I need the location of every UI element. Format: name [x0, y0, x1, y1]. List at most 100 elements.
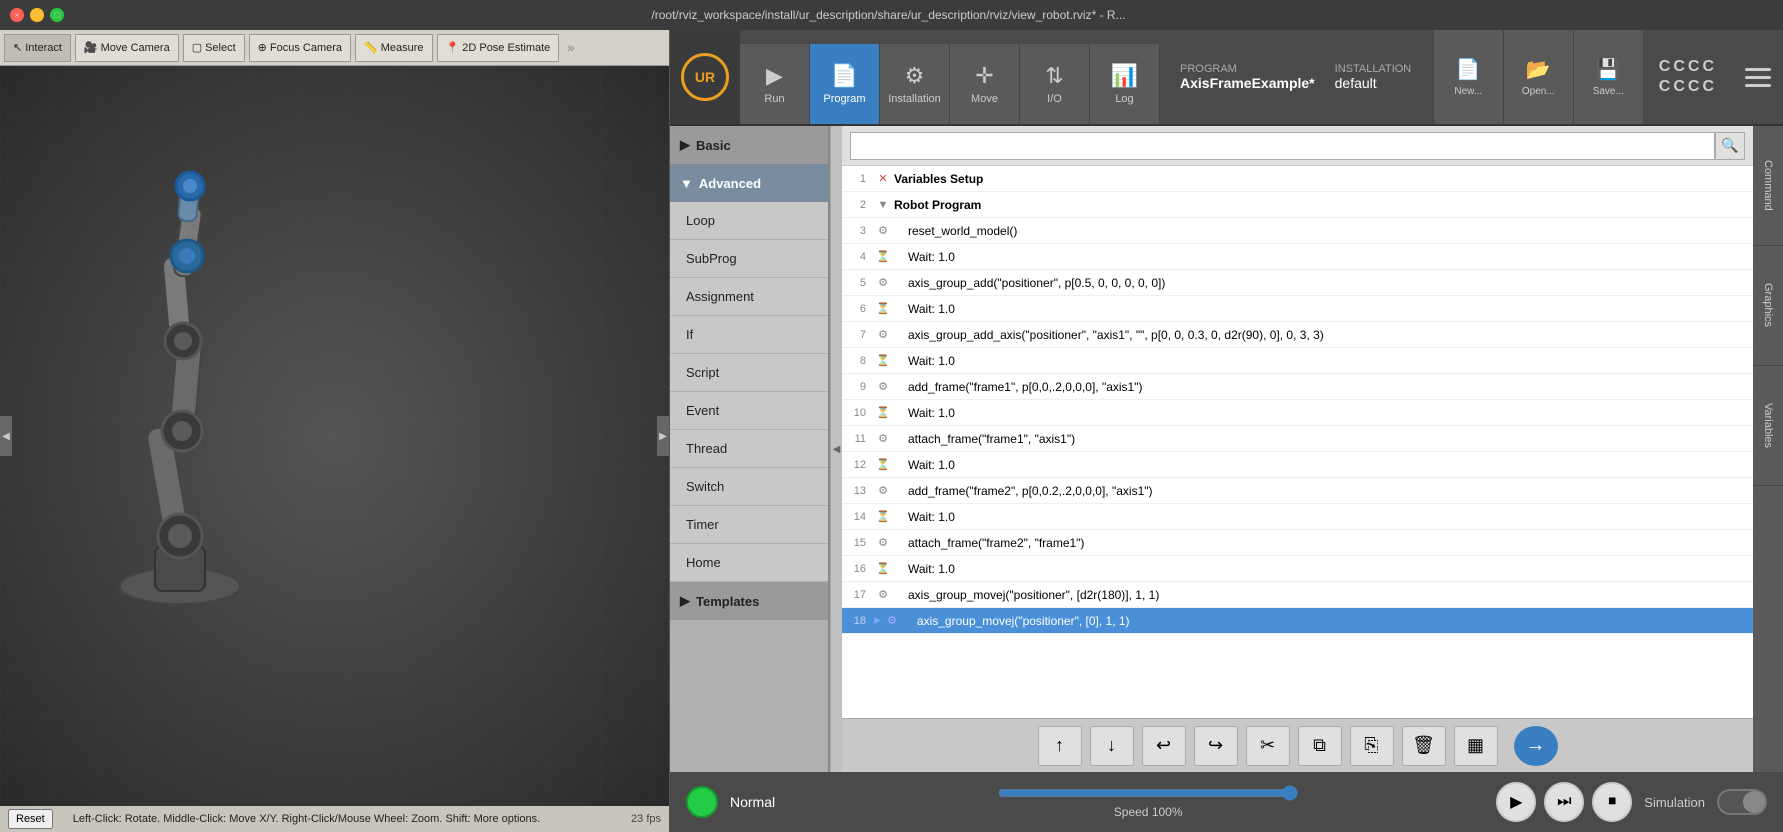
advanced-section-header[interactable]: ▼ Advanced — [670, 164, 828, 202]
nav-tab-program[interactable]: 📄 Program — [810, 44, 880, 124]
window-controls[interactable]: × − □ — [10, 8, 64, 22]
rviz-toolbar: ↖ Interact 🎥 Move Camera ▢ Select ⊕ Focu… — [0, 30, 669, 66]
tree-row[interactable]: 11 ⚙ attach_frame("frame1", "axis1") — [842, 426, 1753, 452]
rviz-collapse-right[interactable]: ▶ — [657, 416, 669, 456]
copy-button[interactable]: ⧉ — [1298, 726, 1342, 766]
tree-row[interactable]: 5 ⚙ axis_group_add("positioner", p[0.5, … — [842, 270, 1753, 296]
undo-button[interactable]: ↩ — [1142, 726, 1186, 766]
sidebar-item-subprog[interactable]: SubProg — [670, 240, 828, 278]
sidebar-item-assignment[interactable]: Assignment — [670, 278, 828, 316]
stop-button[interactable]: ⏹ — [1592, 782, 1632, 822]
tree-row[interactable]: 14 ⏳ Wait: 1.0 — [842, 504, 1753, 530]
tree-row[interactable]: 15 ⚙ attach_frame("frame2", "frame1") — [842, 530, 1753, 556]
tree-row[interactable]: 12 ⏳ Wait: 1.0 — [842, 452, 1753, 478]
tree-row[interactable]: 6 ⏳ Wait: 1.0 — [842, 296, 1753, 322]
move-up-button[interactable]: ↑ — [1038, 726, 1082, 766]
minimize-window-button[interactable]: − — [30, 8, 44, 22]
sidebar-item-event[interactable]: Event — [670, 392, 828, 430]
tree-row[interactable]: 3 ⚙ reset_world_model() — [842, 218, 1753, 244]
paste-button[interactable]: ⎘ — [1350, 726, 1394, 766]
tree-row[interactable]: 1 ✕ Variables Setup — [842, 166, 1753, 192]
ur-panel: UR ▶ Run 📄 Program ⚙ Installation ✛ Move — [670, 30, 1783, 832]
save-button[interactable]: 💾 Save... — [1573, 30, 1643, 124]
tree-row[interactable]: 10 ⏳ Wait: 1.0 — [842, 400, 1753, 426]
templates-section-header[interactable]: ▶ Templates — [670, 582, 828, 620]
nav-tab-run[interactable]: ▶ Run — [740, 44, 810, 124]
mouse-hint-text: Left-Click: Rotate. Middle-Click: Move X… — [73, 813, 540, 825]
move-icon: ✛ — [975, 63, 993, 89]
next-button[interactable]: → — [1514, 726, 1558, 766]
sim-toggle-knob — [1743, 791, 1765, 813]
maximize-window-button[interactable]: □ — [50, 8, 64, 22]
cut-button[interactable]: ✂ — [1246, 726, 1290, 766]
reset-button[interactable]: Reset — [8, 809, 53, 829]
play-button[interactable]: ▶ — [1496, 782, 1536, 822]
search-input[interactable] — [850, 132, 1715, 160]
rviz-panel: ↖ Interact 🎥 Move Camera ▢ Select ⊕ Focu… — [0, 30, 670, 832]
installation-icon: ⚙ — [905, 63, 925, 89]
pose-estimate-button[interactable]: 📍 2D Pose Estimate — [437, 34, 560, 62]
redo-button[interactable]: ↪ — [1194, 726, 1238, 766]
focus-camera-button[interactable]: ⊕ Focus Camera — [249, 34, 351, 62]
rviz-viewport[interactable]: ◀ ▶ — [0, 66, 669, 806]
simulation-toggle[interactable] — [1717, 789, 1767, 815]
row-wait-icon: ⏳ — [874, 458, 892, 471]
tree-row[interactable]: 8 ⏳ Wait: 1.0 — [842, 348, 1753, 374]
sidebar-item-home[interactable]: Home — [670, 544, 828, 582]
graphics-tab[interactable]: Graphics — [1753, 246, 1783, 366]
ur-content: ▶ Basic ▼ Advanced Loop SubProg — [670, 126, 1783, 772]
sidebar-item-switch[interactable]: Switch — [670, 468, 828, 506]
tree-row[interactable]: 4 ⏳ Wait: 1.0 — [842, 244, 1753, 270]
program-tree: 1 ✕ Variables Setup 2 ▼ Robot Program 3 … — [842, 166, 1753, 718]
redo-icon: ↪ — [1208, 735, 1223, 756]
row-wait-icon: ⏳ — [874, 302, 892, 315]
advanced-arrow: ▼ — [680, 176, 693, 191]
step-forward-button[interactable]: ⏭ — [1544, 782, 1584, 822]
row-wait-icon: ⏳ — [874, 562, 892, 575]
sidebar-item-timer[interactable]: Timer — [670, 506, 828, 544]
tree-row[interactable]: 16 ⏳ Wait: 1.0 — [842, 556, 1753, 582]
nav-tab-installation[interactable]: ⚙ Installation — [880, 44, 950, 124]
more-button[interactable]: ▦ — [1454, 726, 1498, 766]
tree-row[interactable]: 9 ⚙ add_frame("frame1", p[0,0,.2,0,0,0],… — [842, 374, 1753, 400]
variables-tab[interactable]: Variables — [1753, 366, 1783, 486]
tree-row-selected[interactable]: 18 ▶ ⚙ axis_group_movej("positioner", [0… — [842, 608, 1753, 634]
row-arrow-icon: ▼ — [874, 199, 892, 211]
new-button[interactable]: 📄 New... — [1433, 30, 1503, 124]
nav-tab-log[interactable]: 📊 Log — [1090, 44, 1160, 124]
fps-badge: 23 fps — [631, 813, 661, 825]
select-button[interactable]: ▢ Select — [183, 34, 245, 62]
row-script-icon: ⚙ — [874, 588, 892, 601]
tree-row[interactable]: 17 ⚙ axis_group_movej("positioner", [d2r… — [842, 582, 1753, 608]
tree-row[interactable]: 13 ⚙ add_frame("frame2", p[0,0.2,.2,0,0,… — [842, 478, 1753, 504]
hamburger-line-1 — [1745, 68, 1771, 71]
rviz-collapse-left[interactable]: ◀ — [0, 416, 12, 456]
move-down-button[interactable]: ↓ — [1090, 726, 1134, 766]
ur-cccc-display: CCCC CCCC — [1643, 30, 1733, 124]
delete-button[interactable]: 🗑 — [1402, 726, 1446, 766]
sidebar-item-script[interactable]: Script — [670, 354, 828, 392]
interact-button[interactable]: ↖ Interact — [4, 34, 71, 62]
hamburger-menu-button[interactable] — [1733, 30, 1783, 124]
sidebar-collapse-handle[interactable]: ◀ — [830, 126, 842, 772]
ur-right-actions: 📄 New... 📂 Open... 💾 Save... CCCC CCCC — [1433, 30, 1783, 124]
tree-row[interactable]: 7 ⚙ axis_group_add_axis("positioner", "a… — [842, 322, 1753, 348]
close-window-button[interactable]: × — [10, 8, 24, 22]
nav-tab-io[interactable]: ⇅ I/O — [1020, 44, 1090, 124]
speed-slider[interactable] — [998, 785, 1298, 801]
basic-section-header[interactable]: ▶ Basic — [670, 126, 828, 164]
basic-arrow: ▶ — [680, 137, 690, 153]
down-arrow-icon: ↓ — [1107, 735, 1116, 756]
sidebar-item-if[interactable]: If — [670, 316, 828, 354]
nav-tab-move[interactable]: ✛ Move — [950, 44, 1020, 124]
search-button[interactable]: 🔍 — [1715, 132, 1745, 160]
measure-button[interactable]: 📏 Measure — [355, 34, 433, 62]
next-arrow-icon: → — [1526, 734, 1546, 757]
pose-icon: 📍 — [446, 41, 460, 54]
move-camera-button[interactable]: 🎥 Move Camera — [75, 34, 179, 62]
sidebar-item-loop[interactable]: Loop — [670, 202, 828, 240]
sidebar-item-thread[interactable]: Thread — [670, 430, 828, 468]
tree-row[interactable]: 2 ▼ Robot Program — [842, 192, 1753, 218]
open-button[interactable]: 📂 Open... — [1503, 30, 1573, 124]
command-tab[interactable]: Command — [1753, 126, 1783, 246]
